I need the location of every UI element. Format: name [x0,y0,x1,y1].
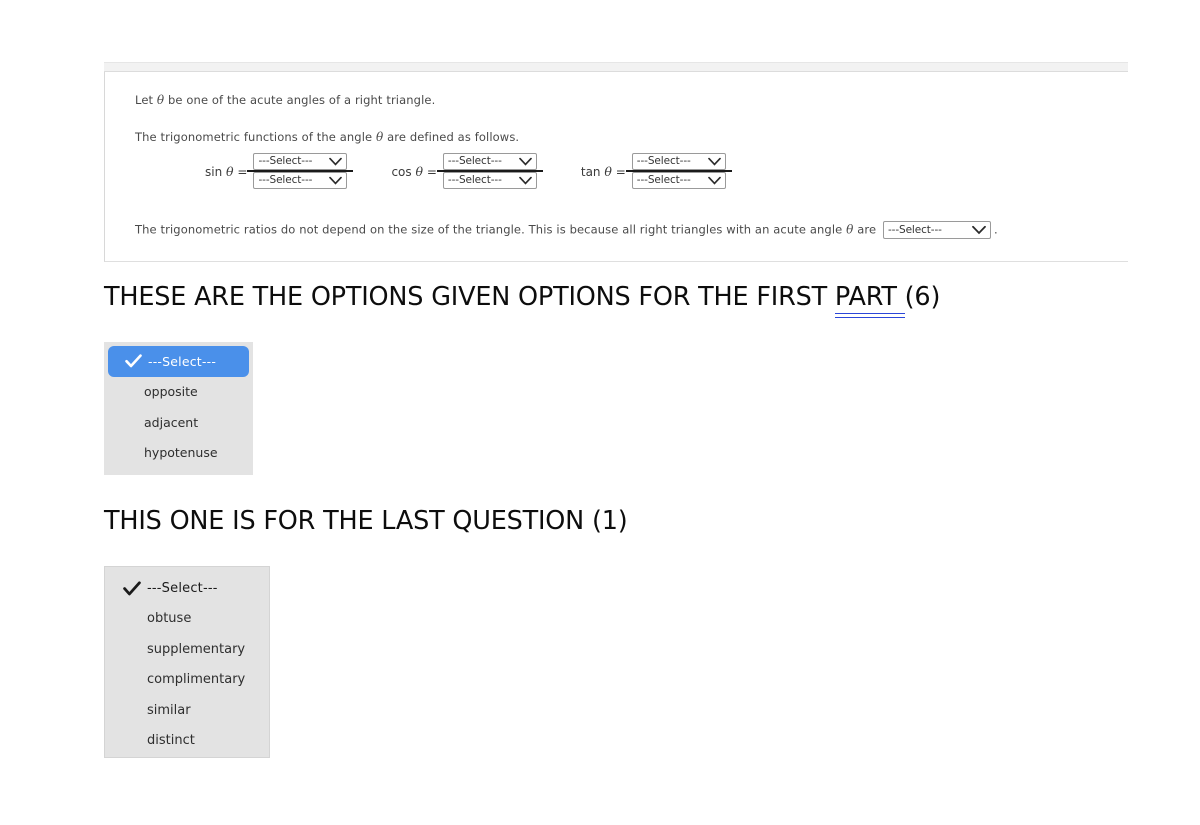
select-triangle-relation-wrapper: ---Select--- [882,221,991,240]
card-top-divider [104,62,1128,72]
select-cos-numerator[interactable]: ---Select--- [442,153,537,171]
select-tan-denominator[interactable]: ---Select--- [631,172,726,190]
select-value: ---Select--- [447,174,502,187]
select-value: ---Select--- [447,155,502,168]
trig-definition-tan: tan θ = ---Select--- ---Select--- [581,153,732,190]
theta-symbol: θ [604,163,612,179]
dropdown-option-hypotenuse[interactable]: hypotenuse [104,438,253,469]
dropdown-options-first-part[interactable]: ---Select--- opposite adjacent hypotenus… [104,342,253,475]
fraction-sin: ---Select--- ---Select--- [247,153,354,190]
trig-label-cos: cos θ = [391,164,436,179]
fraction-tan: ---Select--- ---Select--- [625,153,732,190]
theta-symbol: θ [226,163,234,179]
select-value: ---Select--- [258,174,313,187]
dropdown-option-label: complimentary [147,672,246,688]
dropdown-option-label: adjacent [144,414,199,430]
statement-3-text-mid: are [853,222,880,237]
dropdown-option-label: supplementary [147,641,246,657]
chevron-down-icon [707,157,721,166]
chevron-down-icon [329,157,343,166]
dropdown-option-label: opposite [144,384,198,400]
trig-definition-cos: cos θ = ---Select--- ---Select--- [391,153,543,190]
statement-line-3: The trigonometric ratios do not depend o… [135,221,1128,240]
select-value: ---Select--- [887,223,942,236]
heading-part-underlined-word: PART [834,282,905,314]
heading-part-text-before: THESE ARE THE OPTIONS GIVEN OPTIONS FOR … [104,282,835,312]
dropdown-option-opposite[interactable]: opposite [104,377,253,408]
statement-line-1: Let θ be one of the acute angles of a ri… [135,92,1128,109]
dropdown-option-adjacent[interactable]: adjacent [104,407,253,438]
dropdown-option-label: distinct [147,733,195,749]
heading-first-part: THESE ARE THE OPTIONS GIVEN OPTIONS FOR … [104,282,941,314]
dropdown-option-complimentary[interactable]: complimentary [105,665,269,696]
chevron-down-icon [707,176,721,185]
statement-1-text-post: be one of the acute angles of a right tr… [164,93,436,107]
chevron-down-icon [519,157,532,166]
select-cos-denominator[interactable]: ---Select--- [442,172,537,190]
chevron-down-icon [972,225,986,235]
statement-3-period: . [993,222,998,237]
dropdown-option-label: ---Select--- [147,580,218,596]
select-sin-numerator[interactable]: ---Select--- [253,153,348,171]
equals-sign: = [233,164,248,179]
trig-label-sin: sin θ = [205,164,247,179]
statement-3-text-pre: The trigonometric ratios do not depend o… [135,222,847,237]
statement-1-text-pre: Let [135,93,157,107]
checkmark-icon [117,581,147,596]
dropdown-option-similar[interactable]: similar [105,695,269,726]
fraction-cos: ---Select--- ---Select--- [436,153,543,190]
trig-fn-name: sin [205,164,223,179]
card-body: Let θ be one of the acute angles of a ri… [104,72,1128,263]
chevron-down-icon [329,176,343,185]
statement-line-2: The trigonometric functions of the angle… [135,129,1128,146]
statement-2-text-post: are defined as follows. [383,129,520,144]
select-value: ---Select--- [636,155,691,168]
dropdown-option-select-placeholder[interactable]: ---Select--- [108,346,249,377]
equals-sign: = [423,164,437,179]
select-tan-numerator[interactable]: ---Select--- [631,153,726,171]
dropdown-option-label: ---Select--- [148,353,217,369]
dropdown-option-distinct[interactable]: distinct [105,726,269,757]
trig-label-tan: tan θ = [581,164,626,179]
select-sin-denominator[interactable]: ---Select--- [253,172,348,190]
trig-definitions-row: sin θ = ---Select--- ---Select--- cos θ … [205,153,1128,190]
trig-definition-sin: sin θ = ---Select--- ---Select--- [205,153,354,190]
theta-symbol: θ [415,163,423,179]
dropdown-options-last-question[interactable]: ---Select--- obtuse supplementary compli… [104,566,270,758]
select-triangle-relation[interactable]: ---Select--- [882,221,991,240]
heading-part-text-after: (6) [904,282,941,312]
chevron-down-icon [519,176,532,185]
select-value: ---Select--- [636,174,691,187]
dropdown-option-supplementary[interactable]: supplementary [105,634,269,665]
dropdown-option-obtuse[interactable]: obtuse [105,604,269,635]
equals-sign: = [611,164,626,179]
statement-2-text-pre: The trigonometric functions of the angle [135,129,376,144]
dropdown-option-select-placeholder[interactable]: ---Select--- [105,573,269,604]
select-value: ---Select--- [258,155,313,168]
dropdown-option-label: obtuse [147,611,192,627]
problem-card: Let θ be one of the acute angles of a ri… [104,62,1128,263]
trig-fn-name: tan [580,164,601,179]
dropdown-option-label: hypotenuse [144,445,218,461]
dropdown-option-label: similar [147,702,191,718]
heading-last-question: THIS ONE IS FOR THE LAST QUESTION (1) [104,506,628,536]
trig-fn-name: cos [391,164,412,179]
checkmark-icon [118,354,148,368]
